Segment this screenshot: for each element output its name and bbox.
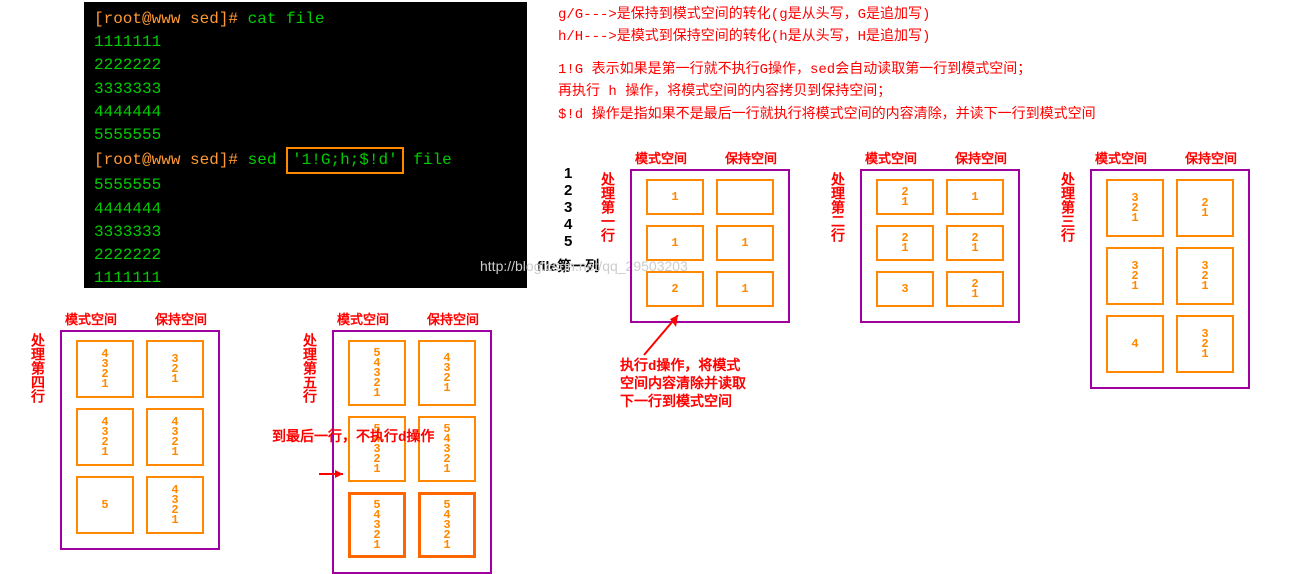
note-line: 再执行 h 操作，将模式空间的内容拷贝到保持空间；	[558, 81, 1096, 103]
header-pattern: 模式空间	[60, 309, 122, 328]
stage-1-label: 处理第一行	[596, 172, 616, 242]
out-line: 5555555	[94, 124, 517, 147]
out-line: 4444444	[94, 101, 517, 124]
hold-cell: 21	[946, 271, 1004, 307]
hold-cell: 21	[1176, 179, 1234, 237]
command-sed-post: file	[413, 151, 451, 169]
stage-5: 处理第五行 到最后一行，不执行d操作 模式空间保持空间 543214321 54…	[332, 309, 492, 574]
header-hold: 保持空间	[720, 148, 782, 167]
stage-3: 处理第三行 模式空间保持空间 32121 321321 4321	[1090, 148, 1250, 389]
out-line: 2222222	[94, 54, 517, 77]
pattern-cell: 321	[1106, 179, 1164, 237]
pattern-cell: 3	[876, 271, 934, 307]
hold-cell: 321	[1176, 247, 1234, 305]
pattern-cell: 54321	[348, 416, 406, 482]
pattern-cell: 54321	[348, 492, 406, 558]
pattern-cell: 1	[646, 225, 704, 261]
out-line: 5555555	[94, 174, 517, 197]
explanation-text: g/G--->是保持到模式空间的转化(g是从头写，G是追加写) h/H--->是…	[558, 4, 1096, 126]
header-pattern: 模式空间	[630, 148, 692, 167]
pattern-cell: 321	[1106, 247, 1164, 305]
sed-script-highlight: '1!G;h;$!d'	[286, 147, 404, 174]
pattern-cell: 4	[1106, 315, 1164, 373]
file-num: 2	[537, 182, 599, 199]
pattern-cell: 4321	[76, 408, 134, 466]
out-line: 2222222	[94, 244, 517, 267]
header-hold: 保持空间	[422, 309, 484, 328]
pattern-cell: 1	[646, 179, 704, 215]
note-line: $!d 操作是指如果不是最后一行就执行将模式空间的内容清除，并读下一行到模式空间	[558, 104, 1096, 126]
arrow-note-line: 执行d操作，将模式	[620, 358, 746, 376]
column-headers: 模式空间 保持空间	[630, 148, 790, 167]
note-line: g/G--->是保持到模式空间的转化(g是从头写，G是追加写)	[558, 4, 1096, 26]
hold-cell: 1	[946, 179, 1004, 215]
file-num: 1	[537, 165, 599, 182]
command-cat: cat file	[248, 10, 325, 28]
note-line: 1!G 表示如果是第一行就不执行G操作，sed会自动读取第一行到模式空间；	[558, 59, 1096, 81]
out-line: 1111111	[94, 267, 517, 290]
out-line: 4444444	[94, 198, 517, 221]
hold-cell: 4321	[146, 476, 204, 534]
hold-cell	[716, 179, 774, 215]
pattern-cell: 2	[646, 271, 704, 307]
stage-5-label: 处理第五行	[298, 333, 318, 403]
pattern-cell: 5	[76, 476, 134, 534]
arrow-note-line: 下一行到模式空间	[620, 394, 746, 412]
pattern-cell: 21	[876, 225, 934, 261]
file-num: 3	[537, 199, 599, 216]
command-sed-pre: sed	[248, 151, 277, 169]
stage-2-label: 处理第二行	[826, 172, 846, 242]
hold-cell: 321	[1176, 315, 1234, 373]
arrow-note-line: 空间内容清除并读取	[620, 376, 746, 394]
header-hold: 保持空间	[1180, 148, 1242, 167]
hold-cell: 21	[946, 225, 1004, 261]
file-num: 4	[537, 216, 599, 233]
header-pattern: 模式空间	[860, 148, 922, 167]
file-label: file第一列	[537, 256, 599, 276]
prompt: [root@www sed]#	[94, 10, 238, 28]
hold-cell: 1	[716, 225, 774, 261]
header-hold: 保持空间	[150, 309, 212, 328]
out-line: 3333333	[94, 78, 517, 101]
out-line: 3333333	[94, 221, 517, 244]
note-line: h/H--->是模式到保持空间的转化(h是从头写，H是追加写)	[558, 26, 1096, 48]
header-pattern: 模式空间	[1090, 148, 1152, 167]
out-line: 1111111	[94, 31, 517, 54]
stage-4: 处理第四行 模式空间保持空间 4321321 43214321 54321	[60, 309, 220, 550]
hold-cell: 4321	[418, 340, 476, 406]
hold-cell: 54321	[418, 416, 476, 482]
file-num: 5	[537, 233, 599, 250]
hold-cell: 4321	[146, 408, 204, 466]
stage-2: 处理第二行 模式空间保持空间 211 2121 321	[860, 148, 1020, 323]
stage-5-note: 到最后一行，不执行d操作	[272, 429, 434, 447]
arrow-icon	[319, 464, 349, 484]
prompt: [root@www sed]#	[94, 151, 238, 169]
pattern-cell: 54321	[348, 340, 406, 406]
arrow-note: 执行d操作，将模式 空间内容清除并读取 下一行到模式空间	[620, 358, 746, 413]
header-hold: 保持空间	[950, 148, 1012, 167]
pattern-cell: 21	[876, 179, 934, 215]
header-pattern: 模式空间	[332, 309, 394, 328]
stage-1: 处理第一行 模式空间保持空间 1 11 21	[630, 148, 790, 323]
hold-cell: 1	[716, 271, 774, 307]
hold-cell: 54321	[418, 492, 476, 558]
stage-4-label: 处理第四行	[26, 333, 46, 403]
terminal: [root@www sed]# cat file 1111111 2222222…	[84, 2, 527, 288]
pattern-cell: 4321	[76, 340, 134, 398]
stage-3-label: 处理第三行	[1056, 172, 1076, 242]
hold-cell: 321	[146, 340, 204, 398]
file-column: 1 2 3 4 5 file第一列	[537, 165, 599, 276]
